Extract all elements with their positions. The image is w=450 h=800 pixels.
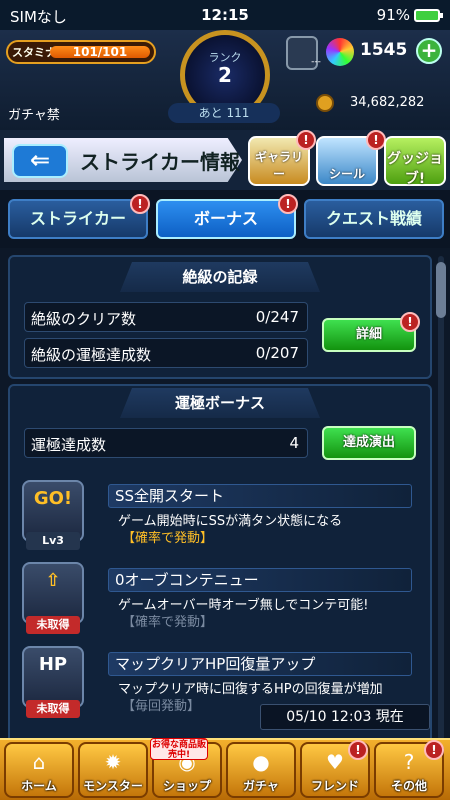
battery-icon [414,8,443,22]
record-row: 絶級のクリア数 0/247 [24,302,308,332]
bonus-item-trigger: 【確率で発動】 [122,615,214,630]
record-row-label: 絶級のクリア数 [31,310,137,328]
nav-monster[interactable]: ✹ モンスター [78,742,148,798]
orb-icon [326,38,354,66]
record-row-value: 0/247 [255,308,299,326]
battery-percent: 91% [376,6,410,24]
record-row: 絶級の運極達成数 0/207 [24,338,308,368]
gallery-label: ギャラリー [254,150,303,181]
bonus-heading: 運極ボーナス [120,388,320,418]
status-bar: SIMなし 12:15 91% [0,0,450,30]
orb-continue-icon: ⇧ [22,562,84,624]
nav-label: フレンド [310,779,359,793]
record-row-value: 0/207 [255,344,299,362]
good-job-label: グッジョブ! [387,151,443,187]
scrollbar[interactable] [438,256,444,740]
seal-label: シール [328,167,365,181]
gear-value: --- [311,57,321,67]
rank-value: 2 [218,63,232,87]
record-heading: 絶級の記録 [120,262,320,292]
alert-badge-icon: ! [366,130,386,150]
alert-badge-icon: ! [400,312,420,332]
shop-promo-badge: お得な商品販売中! [150,738,208,760]
bonus-item-title: 0オーブコンテニュー [108,568,412,592]
stamina-value: 101/101 [72,45,128,59]
bonus-item-title: SS全開スタート [108,484,412,508]
record-row-label: 絶級の運極達成数 [31,346,152,364]
buy-orbs-button[interactable]: + [416,38,442,64]
coin-icon [316,94,334,112]
nav-label: ショップ [162,779,211,793]
gear-icon[interactable]: --- [286,36,321,70]
gacha-ban-label: ガチャ禁 [8,108,60,123]
timestamp: 05/10 12:03 現在 [260,704,430,730]
gacha-egg-icon: ● [252,750,270,774]
item-icon-glyph: ⇧ [45,570,61,591]
bonus-item-trigger: 【毎回発動】 [122,699,201,714]
orb-count: 1545 [360,40,408,60]
alert-badge-icon: ! [278,194,298,214]
bonus-item-trigger: 【確率で発動】 [122,531,214,546]
back-button[interactable]: ⇐ [12,144,68,178]
nav-gacha[interactable]: ● ガチャ [226,742,296,798]
tab-striker[interactable]: ストライカー [8,199,148,239]
alert-badge-icon: ! [424,740,444,760]
nav-home[interactable]: ⌂ ホーム [4,742,74,798]
monster-icon: ✹ [104,750,122,774]
hp-recovery-icon: HP [22,646,84,708]
achievement-effect-button[interactable]: 達成演出 [322,426,416,460]
achieved-row: 運極達成数 4 [24,428,308,458]
home-icon: ⌂ [32,750,46,774]
item-icon-glyph: GO! [33,488,73,509]
bonus-item-title: マップクリアHP回復量アップ [108,652,412,676]
item-icon-glyph: HP [38,654,68,675]
nav-label: その他 [390,779,427,793]
nav-label: ホーム [21,779,57,793]
page-title: ストライカー情報 [80,150,240,174]
nav-label: モンスター [83,779,143,793]
alert-badge-icon: ! [130,194,150,214]
coin-count: 34,682,282 [350,95,425,110]
unacquired-tag: 未取得 [26,616,80,634]
tab-quest-record[interactable]: クエスト戦績 [304,199,444,239]
achieved-value: 4 [289,434,299,452]
rank-remaining: あと 111 [168,103,280,123]
alert-badge-icon: ! [348,740,368,760]
tab-bonus[interactable]: ボーナス [156,199,296,239]
level-tag: Lv3 [26,532,80,550]
unacquired-tag: 未取得 [26,700,80,718]
stamina-gauge: スタミナ 101/101 [6,40,156,64]
achieved-label: 運極達成数 [31,436,107,454]
battery-group: 91% [376,6,443,24]
scrollbar-thumb[interactable] [436,262,446,318]
nav-label: ガチャ [243,779,279,793]
good-job-button[interactable]: グッジョブ! [384,136,446,187]
alert-badge-icon: ! [296,130,316,150]
